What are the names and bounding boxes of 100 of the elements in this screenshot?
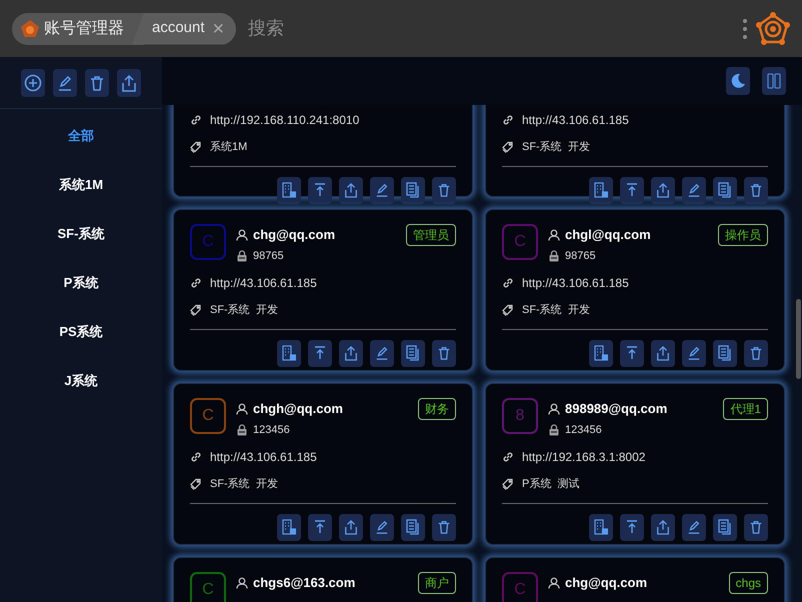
edit-button[interactable] bbox=[53, 68, 77, 96]
url-text: http://192.168.110.241:8010 bbox=[210, 112, 360, 129]
copy-button[interactable] bbox=[401, 176, 425, 204]
share-icon bbox=[656, 519, 670, 535]
share-icon bbox=[344, 519, 358, 535]
delete-button[interactable] bbox=[432, 340, 456, 366]
app-title[interactable]: 账号管理器 bbox=[12, 12, 144, 44]
copy-icon bbox=[406, 182, 420, 198]
arrow-up-icon bbox=[314, 520, 326, 534]
share-button[interactable] bbox=[117, 68, 141, 96]
edit-button[interactable] bbox=[682, 340, 706, 366]
more-icon[interactable] bbox=[742, 18, 748, 40]
share-button[interactable] bbox=[339, 514, 363, 540]
sidebar-item[interactable]: 全部 bbox=[68, 125, 94, 147]
url-text: http://43.106.61.185 bbox=[522, 275, 629, 292]
edit-button[interactable] bbox=[370, 514, 394, 540]
trash-icon bbox=[437, 183, 451, 197]
copy-icon bbox=[406, 345, 420, 361]
share-icon bbox=[121, 74, 137, 92]
sidebar-item[interactable]: SF-系统 bbox=[58, 223, 104, 245]
trash-icon bbox=[749, 520, 763, 534]
share-button[interactable] bbox=[651, 514, 675, 540]
building-button[interactable] bbox=[589, 176, 613, 204]
avatar: 8 bbox=[502, 398, 538, 434]
share-button[interactable] bbox=[651, 340, 675, 366]
delete-button[interactable] bbox=[744, 340, 768, 366]
email-text: chgl@qq.com bbox=[565, 226, 651, 244]
building-button[interactable] bbox=[277, 340, 301, 366]
edit-button[interactable] bbox=[682, 514, 706, 540]
tab[interactable]: account × bbox=[132, 12, 236, 44]
share-button[interactable] bbox=[339, 176, 363, 204]
scrollbar-thumb[interactable] bbox=[796, 299, 801, 379]
edit-button[interactable] bbox=[370, 340, 394, 366]
tags-text: SF-系统 开发 bbox=[210, 302, 278, 318]
building-button[interactable] bbox=[589, 340, 613, 366]
avatar: C bbox=[502, 572, 538, 602]
tags-text: 系统1M bbox=[210, 140, 248, 155]
delete-button[interactable] bbox=[85, 68, 109, 96]
password-text: 123456 bbox=[565, 422, 602, 438]
copy-icon bbox=[718, 519, 732, 535]
building-lock-icon bbox=[282, 519, 296, 535]
edit-button[interactable] bbox=[682, 176, 706, 204]
email-text: chg@qq.com bbox=[253, 226, 336, 244]
copy-button[interactable] bbox=[401, 340, 425, 366]
sidebar-item[interactable]: P系统 bbox=[64, 272, 98, 294]
sidebar-item[interactable]: 系统1M bbox=[58, 174, 104, 196]
search-field[interactable]: 搜索 bbox=[248, 15, 548, 42]
tag-icon bbox=[190, 141, 202, 154]
pin-top-button[interactable] bbox=[308, 340, 332, 366]
delete-button[interactable] bbox=[744, 514, 768, 540]
copy-icon bbox=[406, 519, 420, 535]
share-button[interactable] bbox=[651, 176, 675, 204]
copy-button[interactable] bbox=[713, 340, 737, 366]
sidebar-item[interactable]: PS系统 bbox=[59, 321, 103, 343]
delete-button[interactable] bbox=[432, 514, 456, 540]
copy-button[interactable] bbox=[713, 514, 737, 540]
building-lock-icon bbox=[594, 345, 608, 361]
building-button[interactable] bbox=[277, 514, 301, 540]
pin-top-button[interactable] bbox=[308, 176, 332, 204]
building-button[interactable] bbox=[277, 176, 301, 204]
link-icon bbox=[190, 277, 202, 289]
pin-top-button[interactable] bbox=[308, 514, 332, 540]
link-icon bbox=[502, 451, 514, 463]
pin-top-button[interactable] bbox=[620, 176, 644, 204]
url-text: http://43.106.61.185 bbox=[210, 449, 317, 466]
layout-button[interactable] bbox=[762, 67, 786, 95]
add-button[interactable] bbox=[21, 68, 45, 96]
user-icon bbox=[548, 228, 560, 241]
building-lock-icon bbox=[282, 345, 296, 361]
share-button[interactable] bbox=[339, 340, 363, 366]
edit-icon bbox=[687, 520, 701, 534]
tags-text: P系统 测试 bbox=[522, 476, 580, 492]
building-lock-icon bbox=[282, 182, 296, 198]
trash-icon bbox=[749, 183, 763, 197]
copy-button[interactable] bbox=[713, 176, 737, 204]
sidebar-item[interactable]: J系统 bbox=[64, 370, 98, 392]
pin-top-button[interactable] bbox=[620, 340, 644, 366]
trash-icon bbox=[89, 74, 105, 90]
avatar: C bbox=[502, 224, 538, 260]
logo-icon bbox=[20, 18, 40, 38]
email-text: chgh@qq.com bbox=[253, 400, 343, 418]
delete-button[interactable] bbox=[744, 176, 768, 204]
url-text: http://43.106.61.185 bbox=[210, 275, 317, 292]
edit-icon bbox=[375, 183, 389, 197]
avatar: C bbox=[190, 572, 226, 602]
tag-icon bbox=[502, 304, 514, 316]
copy-button[interactable] bbox=[401, 514, 425, 540]
copy-icon bbox=[718, 345, 732, 361]
lock-icon bbox=[548, 424, 560, 436]
columns-icon bbox=[767, 72, 781, 90]
tags-text: SF-系统 开发 bbox=[210, 476, 278, 492]
trash-icon bbox=[437, 346, 451, 360]
building-button[interactable] bbox=[589, 514, 613, 540]
theme-button[interactable] bbox=[726, 67, 750, 95]
lock-icon bbox=[548, 250, 560, 262]
pin-top-button[interactable] bbox=[620, 514, 644, 540]
edit-icon bbox=[57, 74, 73, 90]
link-icon bbox=[190, 114, 202, 126]
edit-button[interactable] bbox=[370, 176, 394, 204]
delete-button[interactable] bbox=[432, 176, 456, 204]
